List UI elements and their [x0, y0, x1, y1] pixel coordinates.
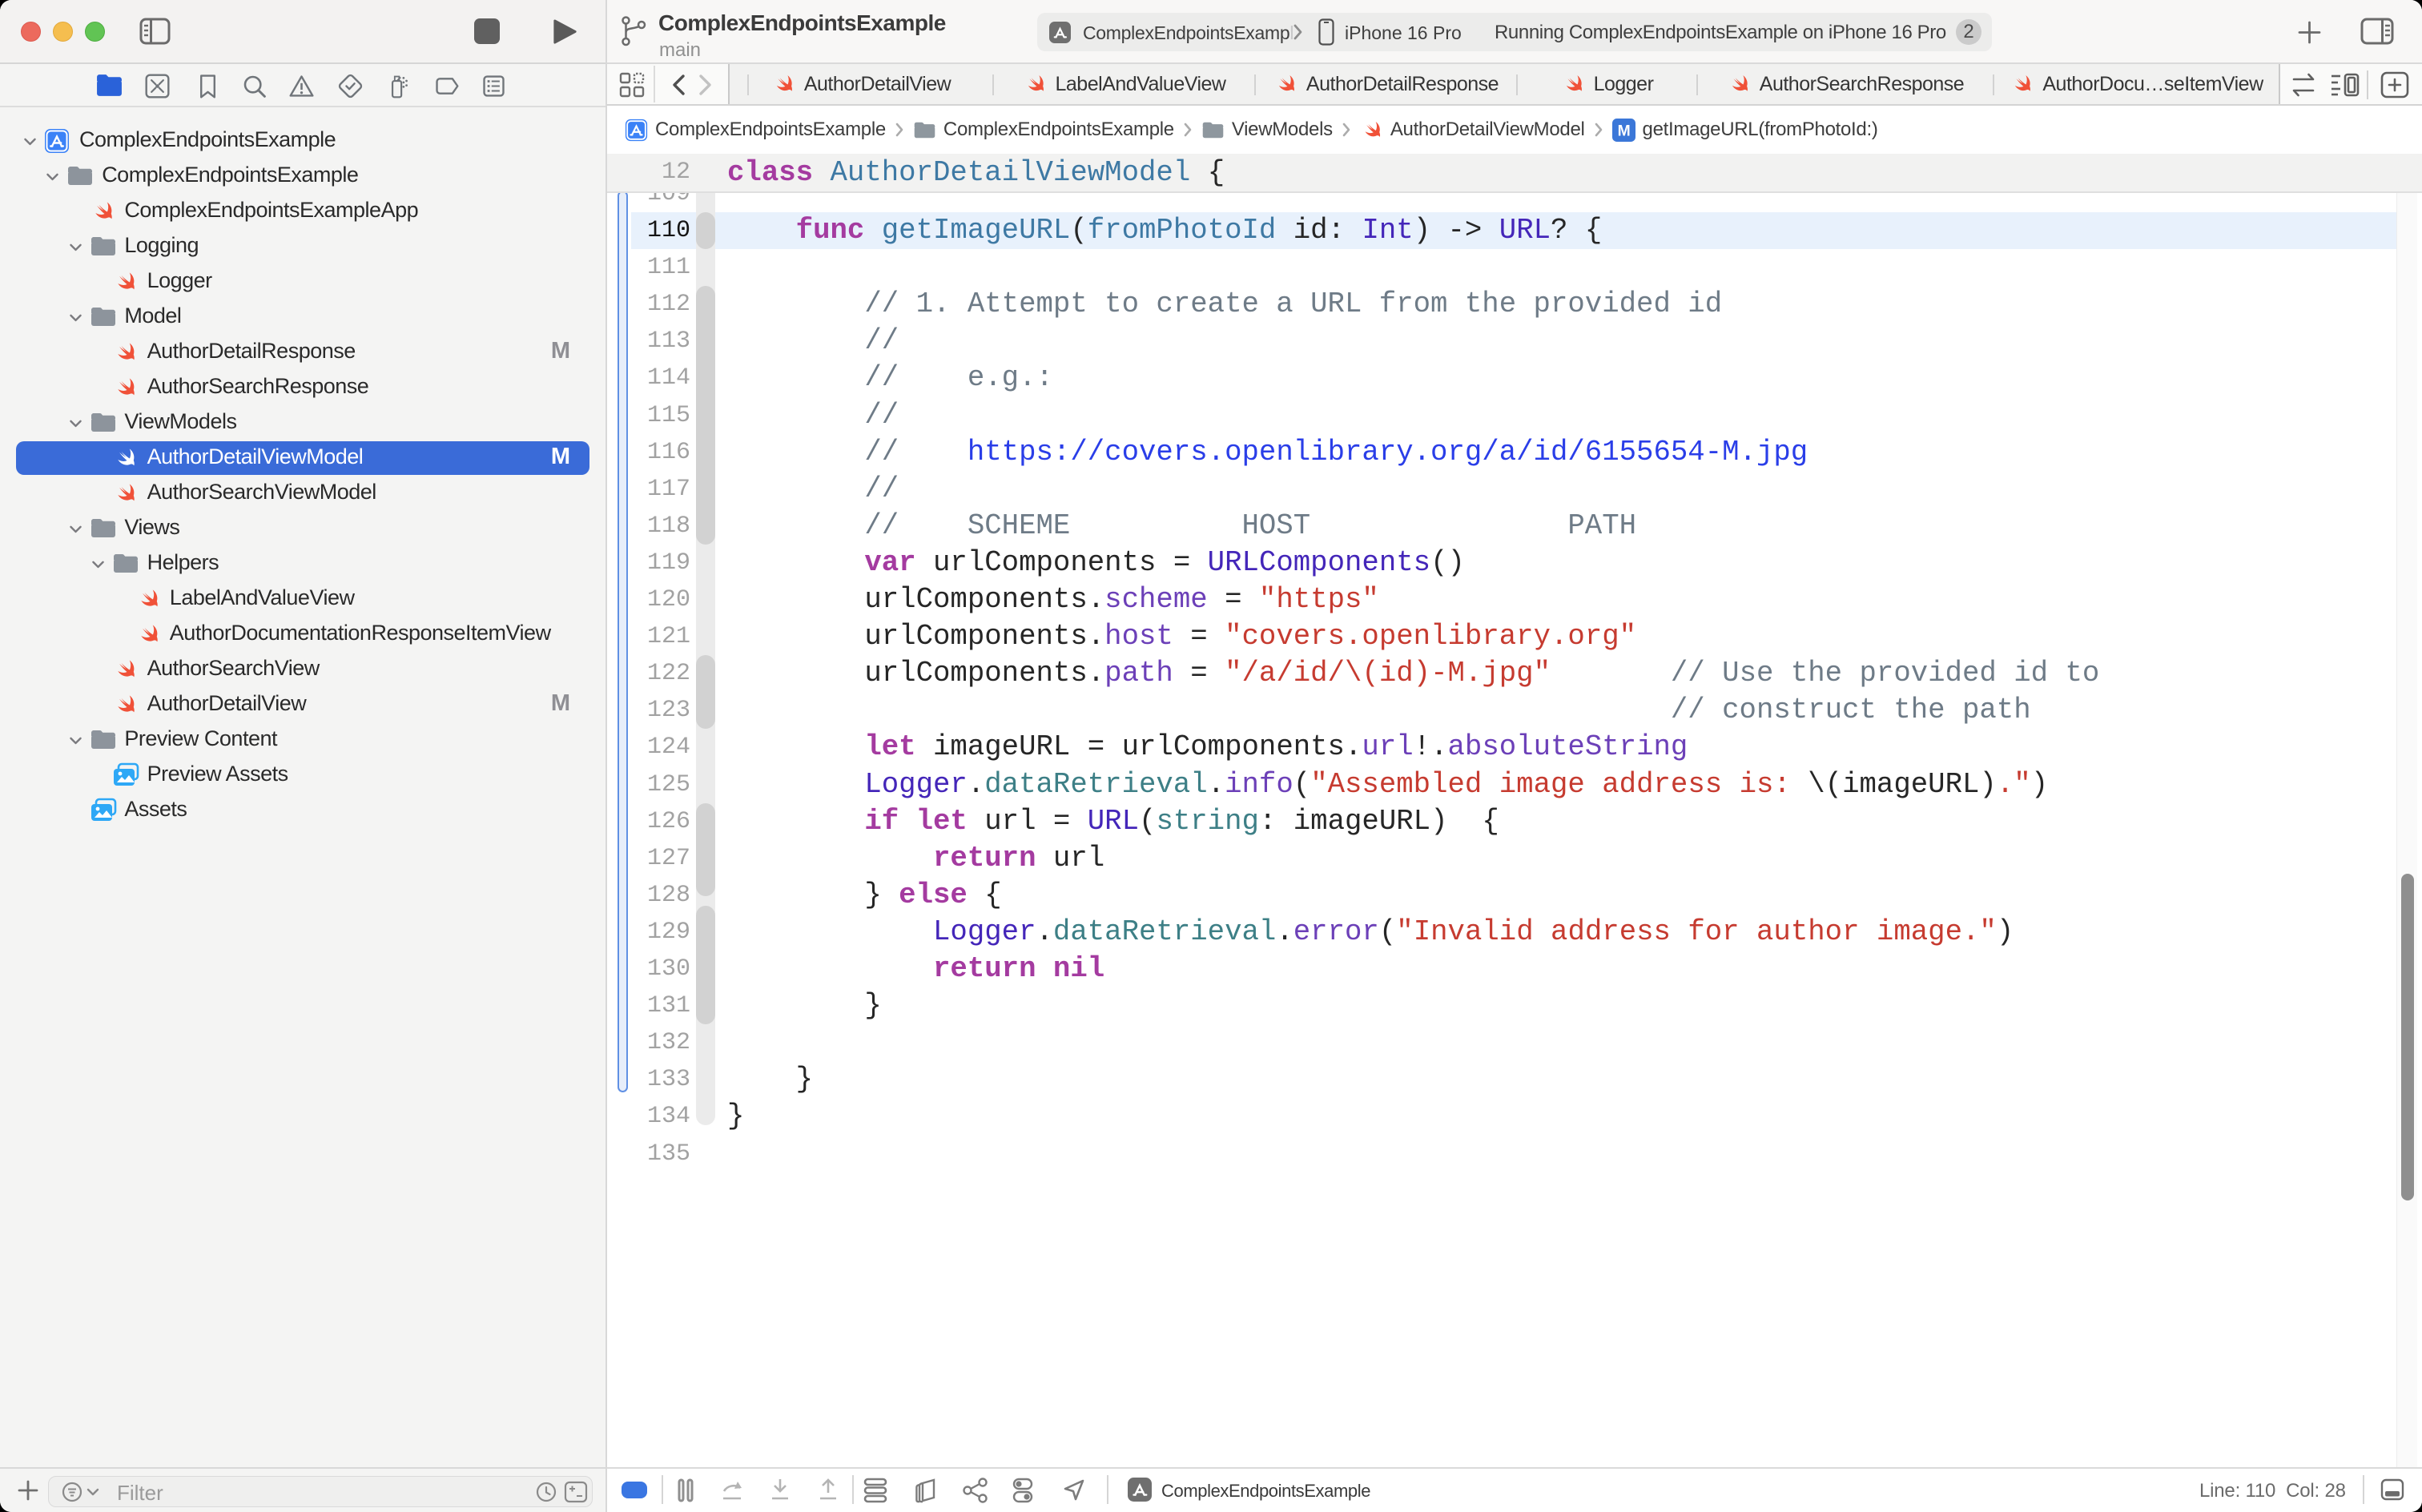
svg-text:M: M	[1617, 123, 1630, 139]
